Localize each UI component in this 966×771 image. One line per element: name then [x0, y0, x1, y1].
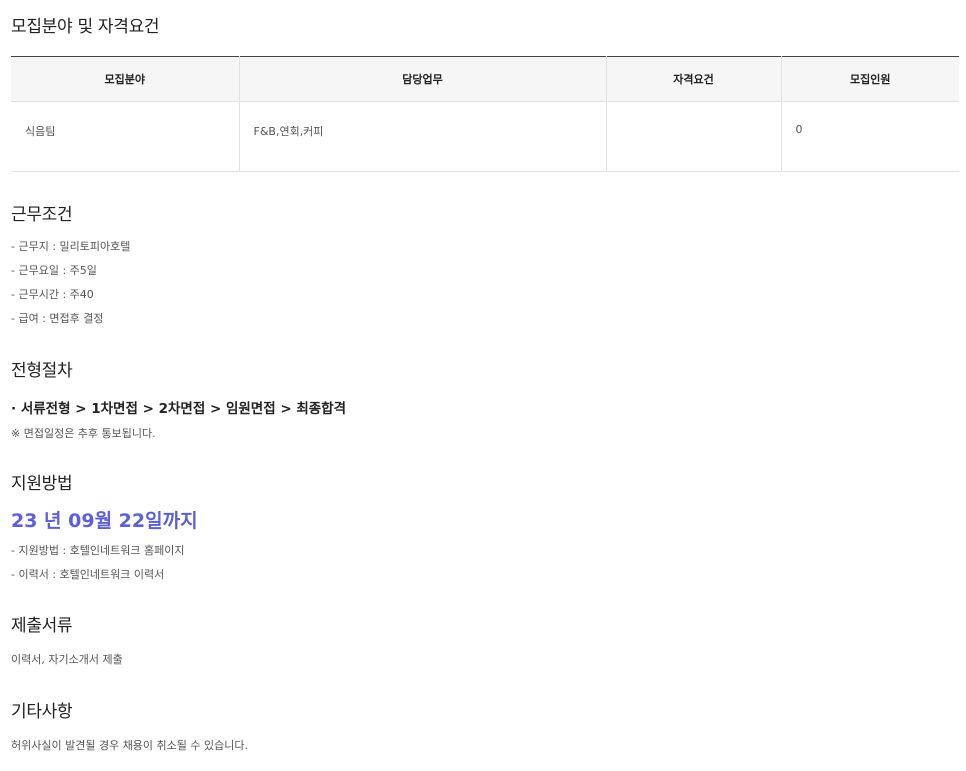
table-row: 식음팀 F&B,연회,커피 0	[11, 101, 959, 172]
recruit-section-title: 모집분야 및 자격요건	[11, 17, 160, 37]
condition-salary: - 급여 : 면접후 결정	[11, 312, 104, 325]
cell-headcount: 0	[780, 101, 959, 172]
table-header-row: 모집분야 담당업무 자격요건 모집인원	[11, 56, 959, 102]
cell-duties: F&B,연회,커피	[238, 101, 606, 172]
job-posting-detail: 모집분야 및 자격요건 모집분야 담당업무 자격요건 모집인원 식음팀 F&B,…	[0, 0, 966, 771]
process-section-title: 전형절차	[11, 361, 73, 381]
apply-resume: - 이력서 : 호텔인네트워크 이력서	[11, 568, 165, 581]
header-headcount: 모집인원	[780, 56, 959, 102]
condition-workplace: - 근무지 : 밀리토피아호텔	[11, 240, 131, 253]
condition-workhours: - 근무시간 : 주40	[11, 288, 94, 301]
documents-text: 이력서, 자기소개서 제출	[11, 653, 123, 666]
header-qualifications: 자격요건	[605, 56, 781, 102]
other-text: 허위사실이 발견될 경우 채용이 취소될 수 있습니다.	[11, 739, 248, 752]
conditions-section-title: 근무조건	[11, 205, 73, 225]
cell-qualifications	[605, 101, 781, 172]
header-field: 모집분야	[11, 56, 239, 102]
other-section-title: 기타사항	[11, 702, 73, 722]
condition-workdays: - 근무요일 : 주5일	[11, 264, 97, 277]
apply-section-title: 지원방법	[11, 474, 73, 494]
documents-section-title: 제출서류	[11, 616, 73, 636]
process-steps: · 서류전형 > 1차면접 > 2차면접 > 임원면접 > 최종합격	[11, 401, 347, 417]
application-deadline: 23 년 09월 22일까지	[11, 510, 198, 532]
header-duties: 담당업무	[238, 56, 606, 102]
apply-method: - 지원방법 : 호텔인네트워크 홈페이지	[11, 544, 185, 557]
cell-field: 식음팀	[11, 101, 239, 172]
process-note: ※ 면접일정은 추후 통보됩니다.	[11, 427, 156, 440]
recruit-table: 모집분야 담당업무 자격요건 모집인원 식음팀 F&B,연회,커피 0	[11, 56, 959, 172]
